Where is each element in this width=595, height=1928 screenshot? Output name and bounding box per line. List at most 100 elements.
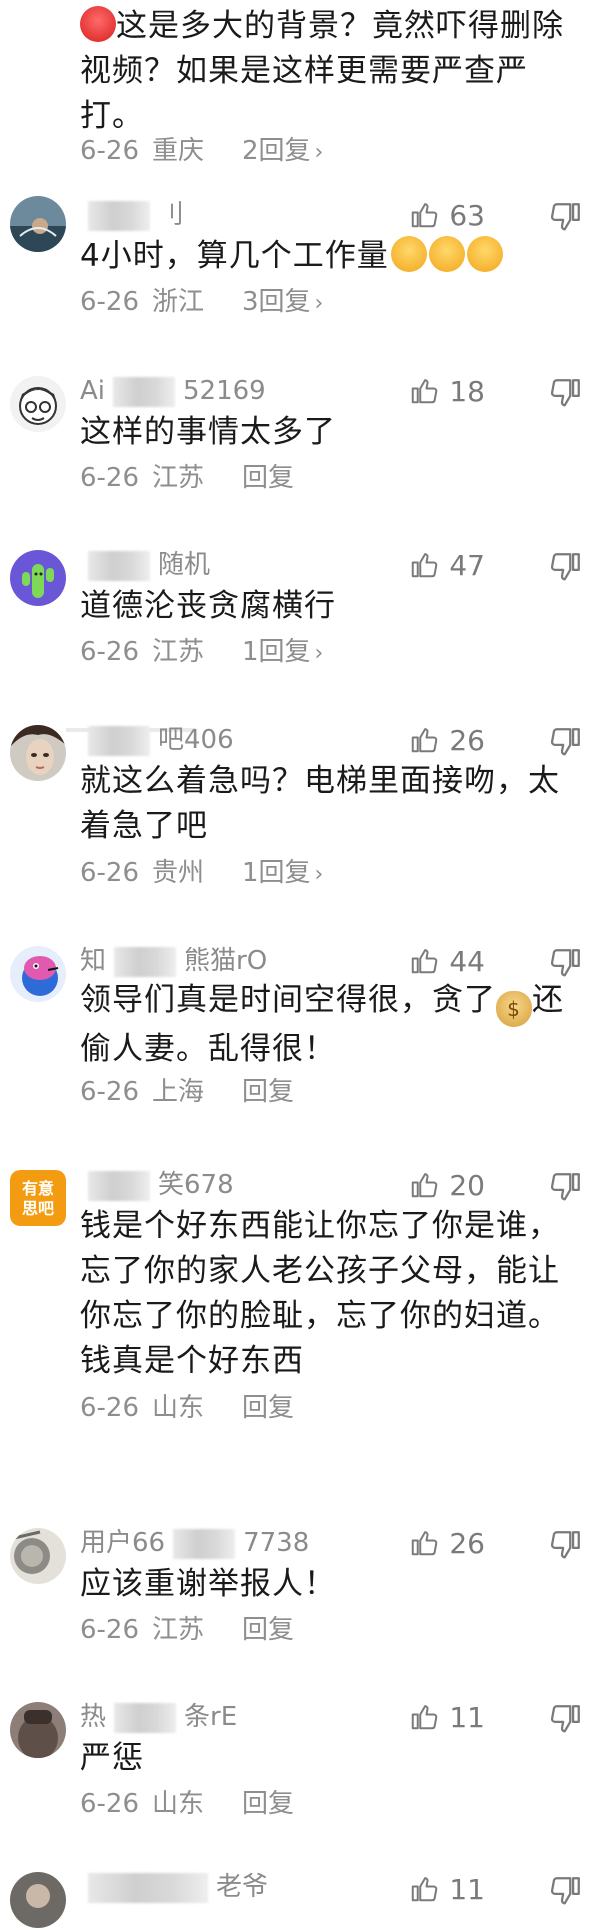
comment-text: 钱是个好东西能让你忘了你是谁，忘了你的家人老公孩子父母，能让你忘了你的脸耻，忘了…	[80, 1208, 560, 1379]
username[interactable]: 随机	[80, 548, 210, 582]
redacted-blur	[88, 200, 150, 231]
reply-button[interactable]: 回复	[242, 1074, 294, 1110]
like-button[interactable]: 47	[409, 546, 485, 586]
thumbs-down-icon[interactable]	[549, 1528, 583, 1562]
like-button[interactable]: 18	[409, 372, 485, 412]
comment-location: 上海	[152, 1077, 205, 1107]
thumbs-up-icon	[412, 1531, 438, 1556]
thumbs-down-icon[interactable]	[549, 376, 583, 410]
money-bag-icon: $	[496, 991, 532, 1027]
thumbs-up-icon	[412, 203, 438, 228]
thumbs-up-icon	[412, 728, 438, 753]
avatar[interactable]	[10, 946, 66, 1002]
thumbs-down-icon[interactable]	[549, 550, 583, 584]
username[interactable]: 老爷	[80, 1870, 268, 1904]
comment-text: 严惩	[80, 1740, 144, 1776]
like-count: 44	[449, 945, 485, 978]
comment-location: 山东	[152, 1393, 205, 1423]
comment-location: 浙江	[152, 287, 205, 317]
comment-text: 4小时，算几个工作量	[80, 234, 580, 279]
username[interactable]: 吧406	[80, 723, 234, 757]
comment-meta: 6-26 山东 回复	[80, 1390, 294, 1426]
comment-text: 领导们真是时间空得很，贪了 $ 还偷人妻。乱得很！	[80, 982, 564, 1067]
username[interactable]: 笑678	[80, 1168, 234, 1202]
thumbs-down-icon[interactable]	[549, 1702, 583, 1736]
thumbs-down-icon[interactable]	[549, 1170, 583, 1204]
comment-meta: 6-26 贵州 1回复 ›	[80, 855, 323, 891]
reply-button[interactable]: 2回复 ›	[242, 133, 323, 171]
avatar[interactable]	[10, 550, 66, 606]
thumbs-up-icon	[412, 1705, 438, 1730]
like-button[interactable]: 11	[409, 1698, 485, 1738]
reply-button[interactable]: 回复	[242, 1612, 294, 1648]
like-count: 20	[449, 1169, 485, 1202]
reply-button[interactable]: 回复	[242, 1786, 294, 1822]
redacted-blur	[88, 1872, 208, 1903]
like-count: 63	[449, 199, 485, 232]
avatar[interactable]	[10, 1528, 66, 1584]
like-button[interactable]: 63	[409, 196, 485, 236]
avatar-text-line1: 有意	[22, 1179, 54, 1198]
thumbs-down-icon[interactable]	[549, 946, 583, 980]
redacted-blur	[114, 1702, 177, 1733]
avatar[interactable]	[10, 1702, 66, 1758]
comment-meta: 6-26 江苏 1回复 ›	[80, 634, 323, 670]
comment-text: 这是多大的背景？竟然吓得删除视频？如果是这样更需要严查严打。	[80, 6, 564, 134]
username[interactable]: 知熊猫rO	[80, 944, 267, 978]
thumbs-up-icon	[412, 379, 438, 404]
comment-meta: 6-26 上海 回复	[80, 1074, 294, 1110]
avatar[interactable]: 有意 思吧	[10, 1170, 66, 1226]
thumbs-up-icon	[412, 1877, 438, 1902]
comment-location: 江苏	[152, 463, 205, 493]
comment-date: 6-26	[80, 136, 140, 166]
comment-date: 6-26	[80, 1615, 140, 1645]
comment-meta: 6-26 浙江 3回复 ›	[80, 284, 323, 320]
redacted-blur	[114, 946, 177, 977]
reply-button[interactable]: 回复	[242, 1390, 294, 1426]
like-button[interactable]: 26	[409, 1524, 485, 1564]
like-count: 11	[449, 1701, 485, 1734]
comment-text: 就这么着急吗？电梯里面接吻，太着急了吧	[80, 763, 560, 844]
comment-meta: 6-26 江苏 回复	[80, 1612, 294, 1648]
like-button[interactable]: 44	[409, 942, 485, 982]
comment-meta: 6-26 重庆 2回复 ›	[80, 133, 323, 169]
avatar[interactable]	[10, 196, 66, 252]
thumbs-down-icon[interactable]	[549, 725, 583, 759]
username[interactable]: Ai 52169	[80, 374, 266, 408]
avatar[interactable]	[10, 725, 66, 781]
avatar[interactable]	[10, 376, 66, 432]
comment-location: 山东	[152, 1789, 205, 1819]
reply-button[interactable]: 回复	[242, 460, 294, 496]
comment-date: 6-26	[80, 463, 140, 493]
reply-button[interactable]: 3回复 ›	[242, 284, 323, 322]
username[interactable]: 刂	[80, 198, 184, 232]
like-button[interactable]: 26	[409, 721, 485, 761]
username[interactable]: 用户66 7738	[80, 1526, 309, 1560]
like-count: 26	[449, 724, 485, 757]
comment-date: 6-26	[80, 1393, 140, 1423]
laughing-emoji-icon	[428, 236, 465, 272]
avatar-text-line2: 思吧	[22, 1199, 54, 1218]
comment-location: 重庆	[152, 136, 205, 166]
like-button[interactable]: 11	[409, 1870, 485, 1910]
thumbs-down-icon[interactable]	[549, 1874, 583, 1908]
chevron-right-icon: ›	[314, 862, 324, 887]
thumbs-down-icon[interactable]	[549, 200, 583, 234]
chevron-right-icon: ›	[314, 140, 324, 165]
like-button[interactable]: 20	[409, 1166, 485, 1206]
avatar[interactable]	[10, 1872, 66, 1928]
chevron-right-icon: ›	[314, 641, 324, 666]
username[interactable]: 热条rE	[80, 1700, 237, 1734]
comment-meta: 6-26 江苏 回复	[80, 460, 294, 496]
comment-meta: 6-26 山东 回复	[80, 1786, 294, 1822]
comment-location: 江苏	[152, 1615, 205, 1645]
comment-date: 6-26	[80, 287, 140, 317]
comment-date: 6-26	[80, 637, 140, 667]
redacted-blur	[113, 376, 176, 407]
redacted-blur	[88, 725, 150, 756]
comment-date: 6-26	[80, 1789, 140, 1819]
like-count: 26	[449, 1527, 485, 1560]
angry-emoji-icon	[80, 6, 116, 42]
reply-button[interactable]: 1回复 ›	[242, 634, 323, 672]
reply-button[interactable]: 1回复 ›	[242, 855, 323, 893]
